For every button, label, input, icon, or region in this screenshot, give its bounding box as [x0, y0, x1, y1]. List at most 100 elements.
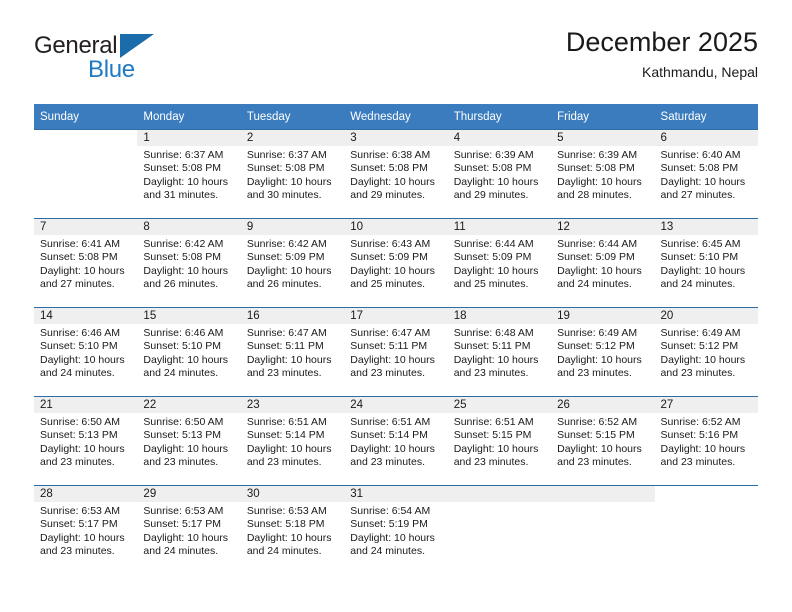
sunset-text: Sunset: 5:11 PM — [350, 340, 428, 353]
sunrise-text: Sunrise: 6:41 AM — [40, 238, 120, 250]
day-cell-inner: 29 Sunrise: 6:53 AM Sunset: 5:17 PM Dayligh… — [137, 485, 241, 574]
calendar-day-cell[interactable]: 22 Sunrise: 6:50 AM Sunset: 5:13 PM Dayligh… — [137, 396, 241, 485]
day-number — [447, 485, 552, 502]
sunset-text: Sunset: 5:08 PM — [143, 251, 222, 264]
calendar-day-cell[interactable]: 19 Sunrise: 6:49 AM Sunset: 5:12 PM Dayligh… — [551, 307, 655, 396]
calendar-day-cell[interactable]: 1 Sunrise: 6:37 AM Sunset: 5:08 PM Daylight… — [137, 129, 241, 218]
day-cell-inner — [654, 485, 758, 574]
daylight-text: Daylight: 10 hours and 24 minutes. — [660, 264, 746, 291]
calendar-week-row: 7 Sunrise: 6:41 AM Sunset: 5:08 PM Daylight… — [34, 218, 758, 307]
day-cell-details: Sunrise: 6:44 AM Sunset: 5:09 PM Daylight:… — [551, 235, 654, 292]
calendar-day-cell[interactable]: 17 Sunrise: 6:47 AM Sunset: 5:11 PM Dayligh… — [344, 307, 448, 396]
sunset-text: Sunset: 5:08 PM — [350, 162, 428, 175]
sunset-text: Sunset: 5:13 PM — [143, 429, 222, 442]
day-number: 13 — [654, 218, 758, 235]
sunrise-text: Sunrise: 6:39 AM — [557, 149, 638, 161]
day-cell-inner: 23 Sunrise: 6:51 AM Sunset: 5:14 PM Dayligh… — [240, 396, 345, 485]
daylight-text: Daylight: 10 hours and 23 minutes. — [453, 442, 539, 469]
day-cell-inner: 25 Sunrise: 6:51 AM Sunset: 5:15 PM Dayligh… — [447, 396, 552, 485]
calendar-day-cell[interactable]: 31 Sunrise: 6:54 AM Sunset: 5:19 PM Dayligh… — [344, 485, 448, 574]
calendar-day-cell[interactable]: 4 Sunrise: 6:39 AM Sunset: 5:08 PM Daylight… — [447, 129, 552, 218]
daylight-text: Daylight: 10 hours and 24 minutes. — [143, 531, 229, 558]
calendar-day-cell[interactable]: 13 Sunrise: 6:45 AM Sunset: 5:10 PM Dayligh… — [654, 218, 758, 307]
sunset-text: Sunset: 5:12 PM — [660, 340, 739, 353]
day-number: 4 — [447, 129, 552, 146]
calendar-day-cell[interactable]: 15 Sunrise: 6:46 AM Sunset: 5:10 PM Dayligh… — [137, 307, 241, 396]
day-cell-details: Sunrise: 6:47 AM Sunset: 5:11 PM Daylight:… — [241, 324, 344, 381]
daylight-text: Daylight: 10 hours and 23 minutes. — [557, 353, 642, 380]
day-number: 6 — [654, 129, 758, 146]
calendar-day-cell[interactable]: 7 Sunrise: 6:41 AM Sunset: 5:08 PM Daylight… — [34, 218, 138, 307]
daylight-text: Daylight: 10 hours and 23 minutes. — [350, 353, 435, 380]
day-cell-details: Sunrise: 6:53 AM Sunset: 5:18 PM Daylight:… — [241, 502, 344, 559]
sunrise-text: Sunrise: 6:51 AM — [246, 416, 327, 428]
day-cell-details: Sunrise: 6:52 AM Sunset: 5:16 PM Daylight:… — [655, 413, 758, 470]
general-blue-logo[interactable]: General Blue — [34, 32, 164, 88]
weekday-header-monday: Monday — [137, 104, 241, 129]
calendar-week-row: 14 Sunrise: 6:46 AM Sunset: 5:10 PM Dayligh… — [34, 307, 758, 396]
daylight-text: Daylight: 10 hours and 23 minutes. — [453, 353, 539, 380]
sunrise-text: Sunrise: 6:54 AM — [350, 505, 431, 517]
day-number: 1 — [137, 129, 241, 146]
day-cell-inner: 18 Sunrise: 6:48 AM Sunset: 5:11 PM Dayligh… — [447, 307, 552, 396]
sunset-text: Sunset: 5:08 PM — [40, 251, 118, 264]
calendar-day-cell[interactable]: 11 Sunrise: 6:44 AM Sunset: 5:09 PM Dayligh… — [447, 218, 552, 307]
sunrise-text: Sunrise: 6:51 AM — [350, 416, 431, 428]
day-cell-inner: 31 Sunrise: 6:54 AM Sunset: 5:19 PM Dayligh… — [344, 485, 448, 574]
logo-text-blue: Blue — [88, 56, 135, 83]
calendar-day-cell[interactable]: 25 Sunrise: 6:51 AM Sunset: 5:15 PM Dayligh… — [447, 396, 552, 485]
daylight-text: Daylight: 10 hours and 23 minutes. — [246, 353, 332, 380]
sunrise-text: Sunrise: 6:44 AM — [453, 238, 534, 250]
calendar-day-cell[interactable]: 12 Sunrise: 6:44 AM Sunset: 5:09 PM Dayligh… — [551, 218, 655, 307]
day-cell-inner: 13 Sunrise: 6:45 AM Sunset: 5:10 PM Dayligh… — [654, 218, 758, 307]
day-cell-inner: 6 Sunrise: 6:40 AM Sunset: 5:08 PM Daylight… — [654, 129, 758, 218]
calendar-day-cell[interactable]: 10 Sunrise: 6:43 AM Sunset: 5:09 PM Dayligh… — [344, 218, 448, 307]
calendar-day-cell[interactable]: 24 Sunrise: 6:51 AM Sunset: 5:14 PM Dayligh… — [344, 396, 448, 485]
day-cell-details: Sunrise: 6:38 AM Sunset: 5:08 PM Daylight:… — [344, 146, 447, 203]
calendar-day-cell[interactable]: 3 Sunrise: 6:38 AM Sunset: 5:08 PM Daylight… — [344, 129, 448, 218]
calendar-day-cell[interactable]: 23 Sunrise: 6:51 AM Sunset: 5:14 PM Dayligh… — [240, 396, 345, 485]
calendar-day-cell[interactable]: 16 Sunrise: 6:47 AM Sunset: 5:11 PM Dayligh… — [240, 307, 345, 396]
daylight-text: Daylight: 10 hours and 25 minutes. — [453, 264, 539, 291]
day-cell-details: Sunrise: 6:43 AM Sunset: 5:09 PM Daylight:… — [344, 235, 447, 292]
sunset-text: Sunset: 5:08 PM — [660, 162, 739, 175]
calendar-day-cell[interactable]: 27 Sunrise: 6:52 AM Sunset: 5:16 PM Dayligh… — [654, 396, 758, 485]
day-cell-details: Sunrise: 6:46 AM Sunset: 5:10 PM Daylight:… — [34, 324, 137, 381]
calendar-header-row: Sunday Monday Tuesday Wednesday Thursday… — [34, 104, 758, 129]
calendar-day-cell[interactable]: 14 Sunrise: 6:46 AM Sunset: 5:10 PM Dayligh… — [34, 307, 138, 396]
calendar-day-cell[interactable]: 26 Sunrise: 6:52 AM Sunset: 5:15 PM Dayligh… — [551, 396, 655, 485]
calendar-day-cell[interactable]: 8 Sunrise: 6:42 AM Sunset: 5:08 PM Daylight… — [137, 218, 241, 307]
calendar-day-cell[interactable]: 6 Sunrise: 6:40 AM Sunset: 5:08 PM Daylight… — [654, 129, 758, 218]
calendar-day-cell[interactable]: 18 Sunrise: 6:48 AM Sunset: 5:11 PM Dayligh… — [447, 307, 552, 396]
weekday-header-friday: Friday — [551, 104, 655, 129]
day-number: 14 — [34, 307, 138, 324]
calendar-day-cell[interactable]: 28 Sunrise: 6:53 AM Sunset: 5:17 PM Dayligh… — [34, 485, 138, 574]
day-cell-inner: 8 Sunrise: 6:42 AM Sunset: 5:08 PM Daylight… — [137, 218, 241, 307]
weekday-header-sunday: Sunday — [34, 104, 138, 129]
day-cell-details: Sunrise: 6:42 AM Sunset: 5:08 PM Daylight:… — [137, 235, 240, 292]
day-number: 16 — [240, 307, 345, 324]
day-cell-details: Sunrise: 6:39 AM Sunset: 5:08 PM Daylight:… — [551, 146, 654, 203]
sunset-text: Sunset: 5:09 PM — [246, 251, 325, 264]
day-cell-details: Sunrise: 6:50 AM Sunset: 5:13 PM Daylight:… — [137, 413, 240, 470]
calendar-day-cell[interactable]: 29 Sunrise: 6:53 AM Sunset: 5:17 PM Dayligh… — [137, 485, 241, 574]
sunrise-text: Sunrise: 6:51 AM — [453, 416, 534, 428]
day-number: 26 — [551, 396, 655, 413]
day-cell-inner: 14 Sunrise: 6:46 AM Sunset: 5:10 PM Dayligh… — [34, 307, 138, 396]
day-number — [34, 129, 138, 146]
calendar-empty-cell — [447, 485, 552, 574]
calendar-day-cell[interactable]: 9 Sunrise: 6:42 AM Sunset: 5:09 PM Daylight… — [240, 218, 345, 307]
calendar-day-cell[interactable]: 2 Sunrise: 6:37 AM Sunset: 5:08 PM Daylight… — [240, 129, 345, 218]
day-number: 30 — [240, 485, 345, 502]
day-cell-details: Sunrise: 6:53 AM Sunset: 5:17 PM Daylight:… — [34, 502, 137, 559]
calendar-day-cell[interactable]: 5 Sunrise: 6:39 AM Sunset: 5:08 PM Daylight… — [551, 129, 655, 218]
sunset-text: Sunset: 5:19 PM — [350, 518, 428, 531]
sunset-text: Sunset: 5:08 PM — [246, 162, 325, 175]
calendar-day-cell[interactable]: 21 Sunrise: 6:50 AM Sunset: 5:13 PM Dayligh… — [34, 396, 138, 485]
calendar-day-cell[interactable]: 20 Sunrise: 6:49 AM Sunset: 5:12 PM Dayligh… — [654, 307, 758, 396]
day-cell-details: Sunrise: 6:50 AM Sunset: 5:13 PM Daylight:… — [34, 413, 137, 470]
day-cell-inner: 22 Sunrise: 6:50 AM Sunset: 5:13 PM Dayligh… — [137, 396, 241, 485]
daylight-text: Daylight: 10 hours and 29 minutes. — [350, 175, 435, 202]
sunset-text: Sunset: 5:14 PM — [350, 429, 428, 442]
calendar-day-cell[interactable]: 30 Sunrise: 6:53 AM Sunset: 5:18 PM Dayligh… — [240, 485, 345, 574]
